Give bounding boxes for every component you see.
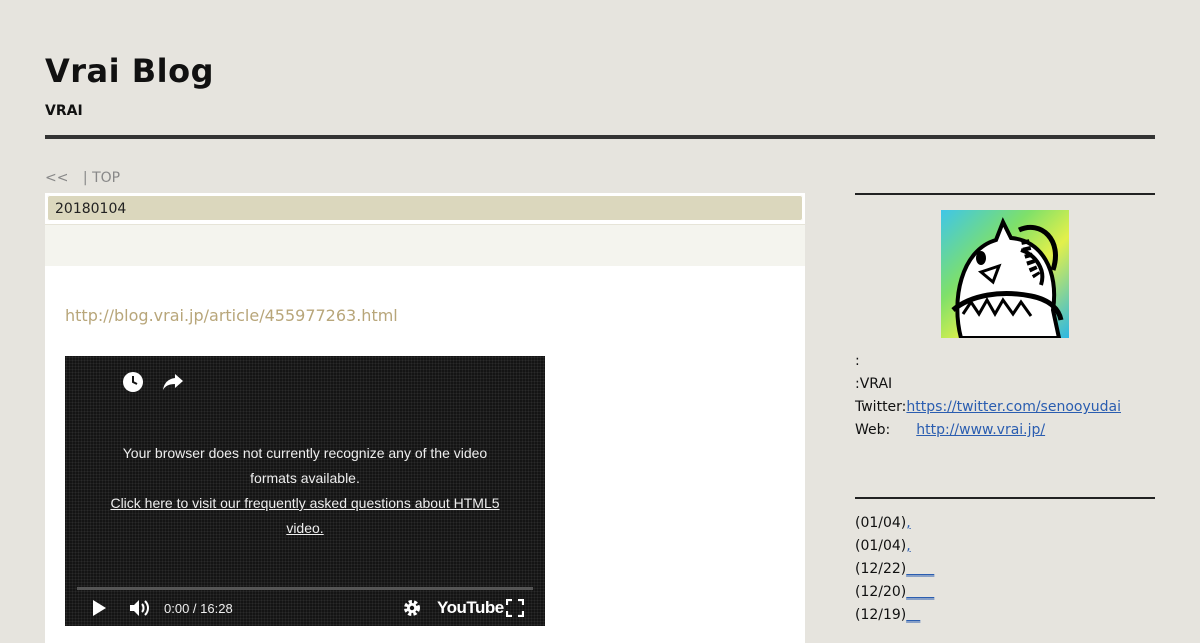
profile-avatar: [941, 210, 1069, 340]
breadcrumb: << | TOP: [45, 170, 122, 186]
profile-handle: :VRAI: [855, 376, 893, 392]
html5-faq-link[interactable]: Click here to visit our frequently asked…: [105, 491, 505, 541]
web-label: Web:: [855, 422, 891, 438]
video-format-message: Your browser does not currently recogniz…: [122, 445, 488, 486]
article-date: 20180104: [47, 195, 803, 221]
twitter-link[interactable]: https://twitter.com/senooyudai: [906, 399, 1121, 415]
list-item[interactable]: (12/19)__: [855, 604, 934, 627]
settings-icon[interactable]: [402, 596, 422, 620]
recent-title-link[interactable]: ____: [906, 561, 934, 577]
profile-name: :: [855, 353, 860, 369]
recent-date: (12/19): [855, 607, 907, 623]
article: 20180104 http://blog.vrai.jp/article/455…: [45, 193, 805, 643]
list-item[interactable]: (01/04),: [855, 512, 934, 535]
fullscreen-icon[interactable]: [506, 596, 524, 620]
recent-title-link[interactable]: ____: [906, 584, 934, 600]
recent-date: (12/22): [855, 561, 907, 577]
profile-web-row: Web: http://www.vrai.jp/: [855, 419, 1121, 442]
twitter-label: Twitter:: [855, 399, 907, 415]
watch-later-icon[interactable]: [121, 370, 145, 394]
prev-article-link[interactable]: <<: [45, 170, 68, 186]
play-icon[interactable]: [91, 596, 107, 620]
profile-twitter-row: Twitter:https://twitter.com/senooyudai: [855, 396, 1121, 419]
video-time: 0:00 / 16:28: [164, 600, 233, 616]
article-url-link[interactable]: http://blog.vrai.jp/article/455977263.ht…: [65, 306, 398, 325]
web-link[interactable]: http://www.vrai.jp/: [916, 422, 1045, 438]
list-item[interactable]: (01/04),: [855, 535, 934, 558]
list-item[interactable]: (12/22)____: [855, 558, 934, 581]
top-link[interactable]: | TOP: [83, 170, 120, 186]
recent-date: (01/04): [855, 538, 907, 554]
site-title[interactable]: Vrai Blog: [45, 52, 214, 90]
recent-date: (01/04): [855, 515, 907, 531]
recent-title-link[interactable]: __: [906, 607, 920, 623]
video-error-message: Your browser does not currently recogniz…: [105, 441, 505, 541]
recent-title-link[interactable]: ,: [906, 515, 910, 531]
profile-info: : :VRAI Twitter:https://twitter.com/seno…: [855, 350, 1121, 442]
recent-title-link[interactable]: ,: [906, 538, 910, 554]
recent-date: (12/20): [855, 584, 907, 600]
recent-articles-list: (01/04), (01/04), (12/22)____ (12/20)___…: [855, 512, 934, 627]
sidebar-divider-recent: [855, 497, 1155, 499]
header-divider: [45, 135, 1155, 139]
sidebar-divider-profile: [855, 193, 1155, 195]
share-icon[interactable]: [161, 370, 185, 394]
list-item[interactable]: (12/20)____: [855, 581, 934, 604]
article-title-band: [45, 224, 805, 266]
video-player[interactable]: Your browser does not currently recogniz…: [65, 356, 545, 626]
site-subtitle: VRAI: [45, 103, 83, 119]
volume-icon[interactable]: [129, 596, 151, 620]
video-progress-bar[interactable]: [77, 587, 533, 590]
youtube-logo[interactable]: YouTube: [437, 596, 504, 620]
